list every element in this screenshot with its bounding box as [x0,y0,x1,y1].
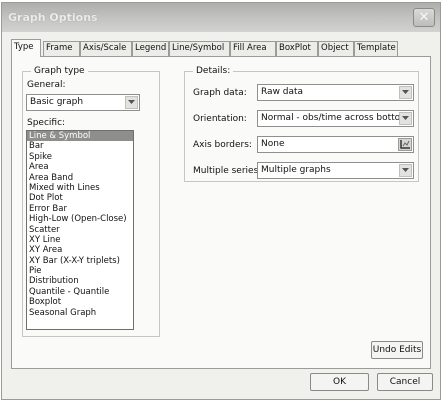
tab-line-symbol[interactable]: Line/Symbol [169,41,230,56]
list-item[interactable]: Dot Plot [27,193,133,203]
general-select-value: Basic graph [30,97,84,107]
chevron-down-icon[interactable] [399,112,412,125]
specific-label: Specific: [27,118,66,128]
orientation-select[interactable]: Normal - obs/time across bottom [257,110,414,127]
tab-object[interactable]: Object [318,41,354,56]
graph-data-label: Graph data: [193,88,247,98]
general-label: General: [27,80,66,90]
list-item[interactable]: High-Low (Open-Close) [27,214,133,224]
close-button[interactable]: ✕ [413,8,435,27]
list-item[interactable]: Boxplot [27,297,133,307]
close-icon: ✕ [418,10,430,25]
graph-data-select[interactable]: Raw data [257,84,414,101]
orientation-label: Orientation: [193,114,247,124]
axis-borders-select[interactable]: None [257,136,414,153]
cancel-button[interactable]: Cancel [377,373,433,391]
multiple-series-value: Multiple graphs [261,165,331,175]
dialog-title: Graph Options [8,11,98,24]
details-group: Details: Graph data: Raw data Orientatio… [184,65,419,182]
undo-edits-button[interactable]: Undo Edits [371,341,423,359]
list-item[interactable]: Quantile - Quantile [27,287,133,297]
list-item[interactable]: Pie [27,266,133,276]
tab-frame[interactable]: Frame [43,41,80,56]
orientation-value: Normal - obs/time across bottom [261,113,409,123]
chevron-down-icon[interactable] [399,86,412,99]
tab-axis-scale[interactable]: Axis/Scale [80,41,132,56]
graph-data-value: Raw data [261,87,304,97]
tab-strip: Type Frame Axis/Scale Legend Line/Symbol… [11,39,431,57]
tab-boxplot[interactable]: BoxPlot [276,41,318,56]
multiple-series-select[interactable]: Multiple graphs [257,162,414,179]
axis-borders-icon[interactable] [398,138,412,151]
ok-button[interactable]: OK [310,373,369,391]
tab-type[interactable]: Type [11,39,41,57]
axis-borders-value: None [261,139,285,149]
list-item[interactable]: Scatter [27,225,133,235]
list-item[interactable]: Area Band [27,173,133,183]
list-item[interactable]: Area [27,162,133,172]
list-item[interactable]: Spike [27,152,133,162]
chevron-down-icon[interactable] [399,164,412,177]
list-item[interactable]: Mixed with Lines [27,183,133,193]
title-bar[interactable]: Graph Options ✕ [2,3,440,32]
general-select[interactable]: Basic graph [26,94,140,111]
list-item[interactable]: Distribution [27,276,133,286]
type-tab-panel: Graph type General: Basic graph Specific… [11,56,431,369]
list-item[interactable]: Seasonal Graph [27,308,133,318]
tab-legend[interactable]: Legend [132,41,169,56]
chevron-down-icon[interactable] [125,96,138,109]
graph-type-legend: Graph type [31,65,88,77]
axis-borders-label: Axis borders: [193,140,252,150]
list-item[interactable]: Bar [27,141,133,151]
list-item[interactable]: XY Line [27,235,133,245]
specific-listbox[interactable]: Line & Symbol Bar Spike Area Area Band Mixed … [26,130,134,330]
tab-fill-area[interactable]: Fill Area [230,41,276,56]
details-legend: Details: [193,65,234,77]
graph-type-group: Graph type General: Basic graph Specific… [22,65,160,337]
list-item[interactable]: Line & Symbol [27,131,133,142]
multiple-series-label: Multiple series: [193,166,262,176]
graph-options-dialog: Graph Options ✕ Type Frame Axis/Scale Le… [1,2,441,400]
list-item[interactable]: XY Area [27,245,133,255]
tab-template[interactable]: Template [354,41,398,56]
list-item[interactable]: Error Bar [27,204,133,214]
list-item[interactable]: XY Bar (X-X-Y triplets) [27,256,133,266]
